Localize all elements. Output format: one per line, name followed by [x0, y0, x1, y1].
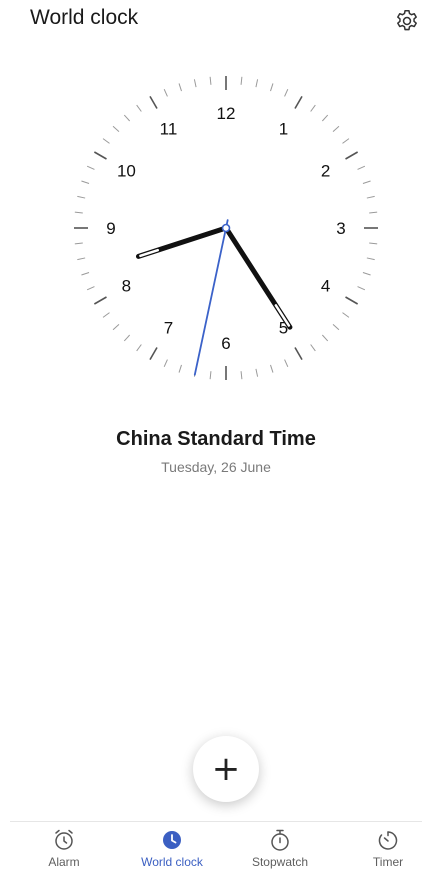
- clock-minor-tick: [77, 195, 86, 199]
- clock-minor-tick: [112, 125, 120, 133]
- nav-item-alarm[interactable]: Alarm: [10, 822, 118, 874]
- nav-label-timer: Timer: [372, 855, 404, 869]
- clock-minor-tick: [163, 88, 168, 97]
- clock-major-tick: [149, 347, 158, 361]
- clock-minor-tick: [123, 114, 131, 122]
- clock-number: 2: [321, 162, 330, 181]
- clock-minor-tick: [86, 165, 95, 170]
- clock-minor-tick: [81, 180, 90, 184]
- clock-number: 3: [336, 219, 345, 238]
- clock-minor-tick: [255, 368, 259, 377]
- clock-major-tick: [93, 296, 107, 305]
- clock-minor-tick: [342, 138, 350, 144]
- clock-minor-tick: [77, 257, 86, 261]
- clock-number: 9: [106, 219, 115, 238]
- clock-minor-tick: [342, 312, 350, 318]
- clock-minor-tick: [209, 76, 212, 85]
- clock-minor-tick: [255, 79, 259, 88]
- clock-minor-tick: [270, 83, 274, 92]
- clock-minor-tick: [332, 323, 340, 331]
- clock-number: 6: [221, 334, 230, 353]
- clock-minor-tick: [369, 211, 378, 214]
- clock-minor-tick: [112, 323, 120, 331]
- clock-number: 1: [279, 119, 288, 138]
- clock-minor-tick: [284, 359, 289, 368]
- clock-minor-tick: [193, 79, 197, 88]
- clock-major-tick: [93, 151, 107, 160]
- nav-item-stopwatch[interactable]: Stopwatch: [226, 822, 334, 874]
- gear-icon[interactable]: [394, 8, 420, 34]
- timezone-date: Tuesday, 26 June: [161, 459, 271, 475]
- clock-minor-tick: [123, 334, 131, 342]
- clock-minor-tick: [178, 364, 182, 373]
- header: World clock: [0, 0, 432, 44]
- clock-minor-tick: [369, 242, 378, 245]
- clock-minor-tick: [240, 371, 243, 380]
- clock-minor-tick: [102, 138, 110, 144]
- clock-center: [221, 223, 231, 233]
- clock-minor-tick: [81, 272, 90, 276]
- nav-label-world-clock: World clock: [141, 855, 203, 869]
- alarm-clock-icon: [55, 829, 73, 850]
- nav-label-stopwatch: Stopwatch: [251, 855, 309, 869]
- clock-minor-tick: [74, 211, 83, 214]
- clock-minor-tick: [178, 83, 182, 92]
- clock-major-tick: [294, 347, 303, 361]
- clock-minor-tick: [310, 104, 316, 112]
- clock-minor-tick: [310, 344, 316, 352]
- clock-minor-tick: [332, 125, 340, 133]
- plus-icon: +: [211, 749, 241, 789]
- clock-major-tick: [345, 296, 359, 305]
- clock-minor-tick: [321, 114, 329, 122]
- clock-major-tick: [149, 95, 158, 109]
- add-city-button[interactable]: +: [193, 736, 259, 802]
- clock-number: 8: [122, 277, 131, 296]
- clock-minor-tick: [74, 242, 83, 245]
- clock-minor-tick: [362, 180, 371, 184]
- clock-minor-tick: [357, 165, 366, 170]
- clock-major-tick: [345, 151, 359, 160]
- clock-minor-tick: [240, 76, 243, 85]
- clock-minor-tick: [366, 257, 375, 261]
- clock-minor-tick: [136, 104, 142, 112]
- analog-clock: 121234567891011: [74, 76, 378, 380]
- timer-icon: [378, 831, 398, 850]
- clock-number: 10: [117, 162, 136, 181]
- clock-minor-tick: [163, 359, 168, 368]
- clock-minor-tick: [209, 371, 212, 380]
- clock-major-tick: [294, 95, 303, 109]
- clock-minor-tick: [102, 312, 110, 318]
- nav-item-world-clock[interactable]: World clock: [118, 822, 226, 874]
- stopwatch-icon: [271, 829, 289, 851]
- clock-minor-tick: [357, 286, 366, 291]
- page-title: World clock: [30, 6, 139, 29]
- clock-minor-tick: [284, 88, 289, 97]
- clock-minor-tick: [362, 272, 371, 276]
- bottom-navigation: Alarm World clock Stopwatch Timer: [0, 822, 432, 874]
- clock-minor-tick: [270, 364, 274, 373]
- timezone-name: China Standard Time: [116, 428, 316, 450]
- clock-number: 4: [321, 277, 330, 296]
- nav-label-alarm: Alarm: [48, 855, 80, 869]
- clock-hands: [136, 219, 293, 376]
- nav-item-timer[interactable]: Timer: [334, 822, 432, 874]
- clock-number: 11: [160, 119, 178, 138]
- clock-icon: [163, 831, 181, 849]
- clock-minor-tick: [86, 286, 95, 291]
- clock-number: 12: [217, 104, 236, 123]
- clock-minor-tick: [136, 344, 142, 352]
- clock-minor-tick: [366, 195, 375, 199]
- clock-minor-tick: [321, 334, 329, 342]
- clock-number: 7: [164, 319, 173, 338]
